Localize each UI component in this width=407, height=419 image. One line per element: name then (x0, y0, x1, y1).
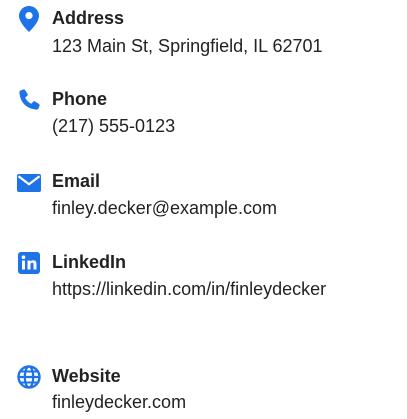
address-value: 123 Main St, Springfield, IL 62701 (52, 36, 323, 56)
email-label: Email (52, 171, 101, 191)
globe-icon (14, 362, 44, 392)
email-value: finley.decker@example.com (52, 198, 278, 218)
website-label: Website (52, 366, 121, 386)
linkedin-icon (14, 248, 44, 278)
envelope-icon (14, 168, 44, 198)
phone-value: (217) 555-0123 (52, 116, 176, 136)
address-label: Address (52, 8, 125, 28)
linkedin-label: LinkedIn (52, 252, 127, 272)
website-value[interactable]: finleydecker.com (52, 386, 400, 418)
contact-info-list: Address 123 Main St, Springfield, IL 627… (0, 0, 407, 419)
map-pin-icon (14, 4, 44, 34)
linkedin-value[interactable]: https://linkedin.com/in/finleydecker (52, 273, 396, 305)
phone-icon (14, 85, 44, 115)
phone-label: Phone (52, 89, 108, 109)
